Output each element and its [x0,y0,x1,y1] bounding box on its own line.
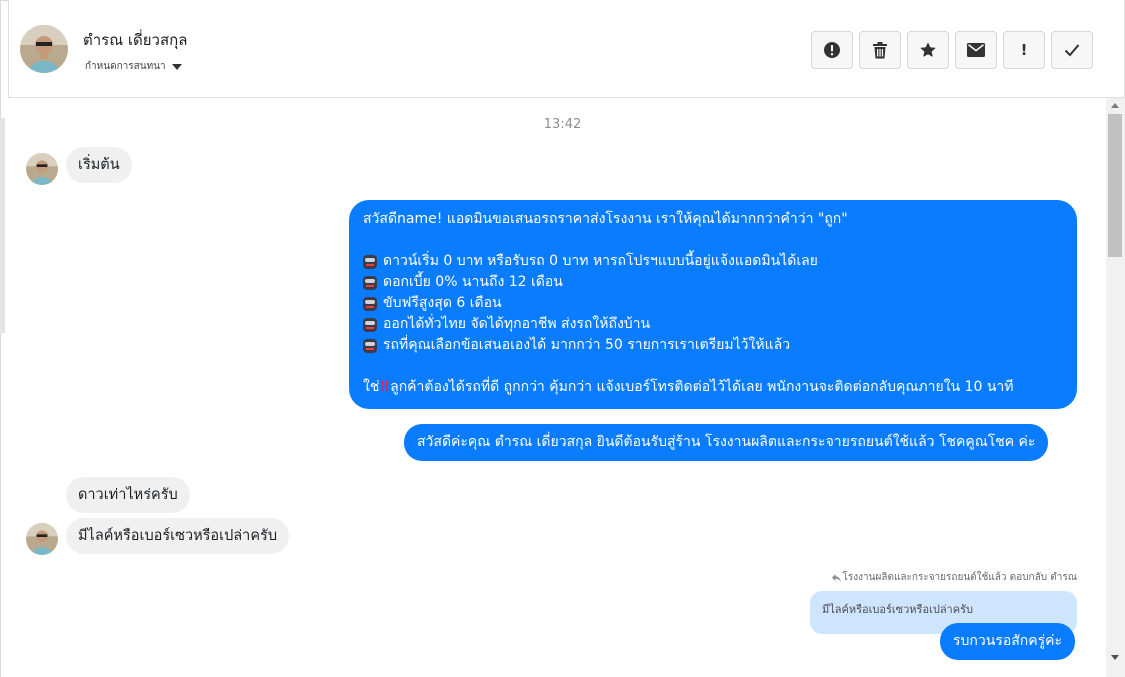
chat-scrollbar[interactable] [1106,98,1125,677]
outgoing-message: สวัสดีค่ะคุณ ตำรณ เดี่ยวสกุล ยินดีต้อนรั… [404,424,1049,461]
conversation-header: ตำรณ เดี่ยวสกุล กำหนดการสนทนา ! [8,0,1125,98]
message-timestamp: 13:42 [543,117,582,132]
car-emoji-icon [363,275,377,290]
important-button[interactable]: ! [1003,31,1045,69]
sender-avatar[interactable] [26,153,58,185]
promo-line: ออกได้ทั่วไทย จัดได้ทุกอาชีพ ส่งรถให้ถึง… [363,314,1063,335]
promo-blank-line [363,230,1063,251]
check-icon [1064,44,1080,57]
alert-circle-icon [824,42,840,58]
promo-line: สวัสดีname! แอดมินขอเสนอรถราคาส่งโรงงาน … [363,211,848,227]
exclamation-icon: ! [1020,41,1028,59]
reply-arrow-icon [831,573,841,582]
reply-indicator: โรงงานผลิตและกระจายรถยนต์ใช้แล้ว ตอบกลับ… [831,570,1077,585]
conversation-settings-dropdown[interactable]: กำหนดการสนทนา [85,59,182,74]
caret-down-icon [171,63,182,70]
delete-button[interactable] [859,31,901,69]
contact-avatar[interactable] [20,25,68,73]
trash-icon [873,41,887,58]
header-toolbar: ! [811,31,1093,69]
car-emoji-icon [363,296,377,311]
alert-button[interactable] [811,31,853,69]
outgoing-message: รบกวนรอสักครู่ค่ะ [940,623,1076,660]
promo-line: รถที่คุณเลือกข้อเสนอเองได้ มากกว่า 50 รา… [363,335,1063,356]
sender-avatar[interactable] [26,523,58,555]
car-emoji-icon [363,254,377,269]
left-scroll-indicator [0,118,5,333]
mail-button[interactable] [955,31,997,69]
scroll-down-arrow-icon[interactable] [1111,655,1119,660]
contact-name: ตำรณ เดี่ยวสกุล [83,31,188,49]
promo-blank-line [363,356,1063,377]
promo-line: ขับฟรีสูงสุด 6 เดือน [363,293,1063,314]
envelope-icon [967,43,985,57]
car-emoji-icon [363,338,377,353]
scroll-up-arrow-icon[interactable] [1111,103,1119,108]
star-icon [920,42,936,57]
outgoing-message-promo: สวัสดีname! แอดมินขอเสนอรถราคาส่งโรงงาน … [349,200,1077,409]
promo-line: ดอกเบี้ย 0% นานถึง 12 เดือน [363,272,1063,293]
incoming-message: ดาวเท่าไหร่ครับ [66,477,190,513]
star-button[interactable] [907,31,949,69]
promo-line: ใช่!! ลูกค้าต้องได้รถที่ดี ถูกกว่า คุ้มกว… [363,377,1063,398]
scroll-thumb[interactable] [1108,114,1122,257]
promo-line: ดาวน์เริ่ม 0 บาท หรือรับรถ 0 บาท หารถโปร… [363,251,1063,272]
double-exclamation-emoji-icon: !! [379,379,390,395]
incoming-message: มีไลค์หรือเบอร์เซวหรือเปล่าครับ [66,518,290,554]
incoming-message: เริ่มต้น [66,147,132,183]
conversation-settings-label: กำหนดการสนทนา [85,61,166,72]
done-button[interactable] [1051,31,1093,69]
car-emoji-icon [363,317,377,332]
